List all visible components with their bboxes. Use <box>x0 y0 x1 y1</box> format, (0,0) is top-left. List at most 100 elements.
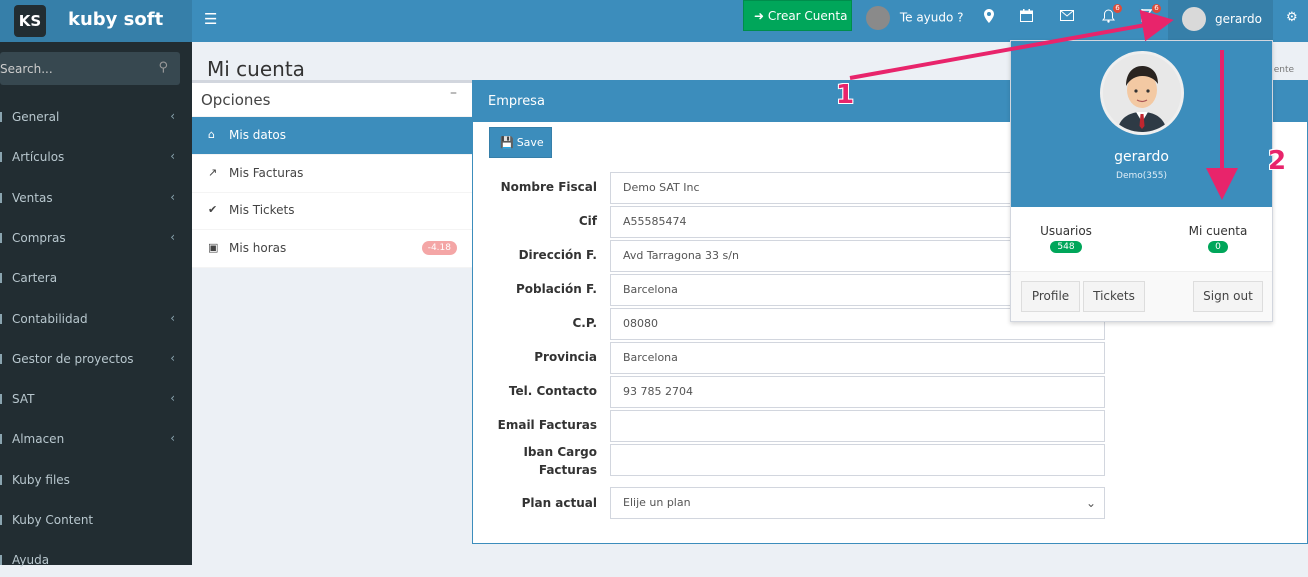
sidebar-item[interactable]: SAT ‹ <box>0 386 192 416</box>
opciones-item-label: Mis Tickets <box>229 203 295 217</box>
chevron-left-icon: ‹ <box>170 149 175 164</box>
sidebar-item[interactable]: Contabilidad ‹ <box>0 306 192 336</box>
menu-item-icon <box>0 313 6 324</box>
envelope-icon[interactable] <box>1060 9 1074 25</box>
field-label: Cif <box>578 214 597 228</box>
help-chat-link[interactable]: Te ayudo ? <box>866 6 964 30</box>
opciones-header: Opciones – <box>192 83 472 117</box>
sign-out-button[interactable]: Sign out <box>1193 281 1263 312</box>
sidebar-item[interactable]: Cartera <box>0 265 192 295</box>
sidebar-item[interactable]: Kuby Content <box>0 507 192 537</box>
sidebar-item-label: Ayuda <box>12 553 50 568</box>
opciones-item[interactable]: ↗ Mis Facturas <box>192 155 472 193</box>
text-field[interactable]: Barcelona <box>610 342 1105 374</box>
menu-item-icon <box>0 232 6 243</box>
sidebar-item[interactable]: Gestor de proyectos ‹ <box>0 346 192 376</box>
menu-item-icon <box>0 474 6 485</box>
notification-badge-2: 6 <box>1152 4 1161 13</box>
user-menu-toggle[interactable]: gerardo <box>1168 0 1273 42</box>
usuarios-label: Usuarios <box>1040 224 1092 238</box>
sidebar-item-label: Compras <box>12 230 66 245</box>
chevron-left-icon: ‹ <box>170 310 175 325</box>
page-title: Mi cuenta <box>207 57 305 81</box>
calendar-icon[interactable] <box>1020 9 1033 26</box>
sidebar-item[interactable]: Compras ‹ <box>0 225 192 255</box>
sidebar-item[interactable]: General ‹ <box>0 104 192 134</box>
chevron-left-icon: ‹ <box>170 109 175 123</box>
opciones-item-label: Mis datos <box>229 128 287 142</box>
chevron-down-icon: ⌄ <box>1085 496 1096 510</box>
brand-logo[interactable]: KS kuby soft <box>0 0 192 42</box>
sidebar-item[interactable]: Ventas ‹ <box>0 185 192 215</box>
field-label: Tel. Contacto <box>508 384 597 398</box>
notification-badge: 6 <box>1113 4 1122 13</box>
chevron-left-icon: ‹ <box>170 189 175 204</box>
sidebar-item-label: General <box>12 110 60 124</box>
search-icon[interactable]: ⚲ <box>158 60 168 75</box>
floppy-icon: 💾 <box>500 136 514 149</box>
text-field[interactable]: 93 785 2704 <box>610 376 1105 408</box>
opciones-item-label: Mis Facturas <box>229 165 304 180</box>
opciones-title: Opciones <box>201 91 271 109</box>
user-name: gerardo <box>1215 12 1262 26</box>
micuenta-stat[interactable]: Mi cuenta 0 <box>1163 224 1273 253</box>
empresa-title: Empresa <box>488 94 545 109</box>
field-label-line: Iban Cargo <box>523 445 597 459</box>
opciones-item[interactable]: ✔ Mis Tickets <box>192 192 472 230</box>
usuarios-stat[interactable]: Usuarios 548 <box>1011 224 1121 253</box>
sidebar-item[interactable]: Artículos ‹ <box>0 144 192 174</box>
sidebar: ⚲ General ‹ Artículos ‹ Ventas ‹ Compras ‹ Carte… <box>0 42 192 567</box>
menu-toggle-icon[interactable]: ☰ <box>204 10 217 28</box>
sidebar-item-label: Kuby files <box>12 472 70 487</box>
menu-item-icon <box>0 434 6 445</box>
briefcase-icon: ▣ <box>208 240 219 254</box>
sidebar-item-label: Almacen <box>12 432 65 447</box>
field-label: Email Facturas <box>497 418 597 432</box>
text-field[interactable] <box>610 410 1105 442</box>
save-label: Save <box>516 136 544 149</box>
usuarios-count: 548 <box>1050 241 1082 253</box>
field-label: Iban Cargo Facturas <box>473 443 597 479</box>
crear-cuenta-button[interactable]: ➜ Crear Cuenta <box>743 0 852 31</box>
dropdown-user-sub: Demo(355) <box>1116 171 1167 181</box>
tickets-button[interactable]: Tickets <box>1083 281 1145 312</box>
check-circle-icon: ✔ <box>208 203 218 216</box>
sign-in-icon: ➜ <box>754 9 765 23</box>
top-navbar: KS kuby soft ☰ ➜ Crear Cuenta Te ayudo ?… <box>0 0 1308 42</box>
field-label: Población F. <box>515 282 597 296</box>
dropdown-user-name: gerardo <box>1114 149 1169 165</box>
chevron-left-icon: ‹ <box>170 431 175 446</box>
menu-item-icon <box>0 112 6 122</box>
search-input[interactable] <box>0 52 150 85</box>
text-field[interactable] <box>610 444 1105 476</box>
menu-item-icon <box>0 192 6 203</box>
sidebar-item-label: Artículos <box>12 150 65 165</box>
plan-select[interactable]: Elije un plan ⌄ <box>610 487 1105 519</box>
bell-icon[interactable] <box>1102 9 1115 27</box>
sidebar-item-label: Kuby Content <box>12 513 94 527</box>
collapse-icon[interactable]: – <box>450 85 457 101</box>
sidebar-item-label: SAT <box>12 392 35 407</box>
home-icon: ⌂ <box>208 128 215 141</box>
field-label: C.P. <box>572 316 597 330</box>
field-label: Provincia <box>534 350 597 364</box>
sidebar-item[interactable]: Kuby files <box>0 467 192 497</box>
chevron-left-icon: ‹ <box>170 391 175 406</box>
user-avatar <box>1100 51 1184 135</box>
field-label: Nombre Fiscal <box>500 180 597 194</box>
opciones-item[interactable]: ▣ Mis horas -4.18 <box>192 230 472 268</box>
flag-icon[interactable] <box>1141 9 1153 26</box>
sidebar-item-label: Gestor de proyectos <box>12 351 134 366</box>
user-avatar-small <box>1182 7 1206 31</box>
sidebar-item[interactable]: Almacen ‹ <box>0 426 192 456</box>
micuenta-label: Mi cuenta <box>1188 224 1248 238</box>
opciones-item[interactable]: ⌂ Mis datos <box>192 117 472 155</box>
annotation-number-1: 1 <box>836 80 855 110</box>
sidebar-item[interactable]: Ayuda <box>0 547 192 577</box>
gears-icon[interactable]: ⚙ <box>1286 10 1298 25</box>
kuby-logo-icon: KS <box>14 5 46 37</box>
profile-button[interactable]: Profile <box>1021 281 1080 312</box>
save-button[interactable]: 💾 Save <box>489 127 552 158</box>
map-marker-icon[interactable] <box>984 9 994 27</box>
helper-avatar <box>866 6 890 30</box>
